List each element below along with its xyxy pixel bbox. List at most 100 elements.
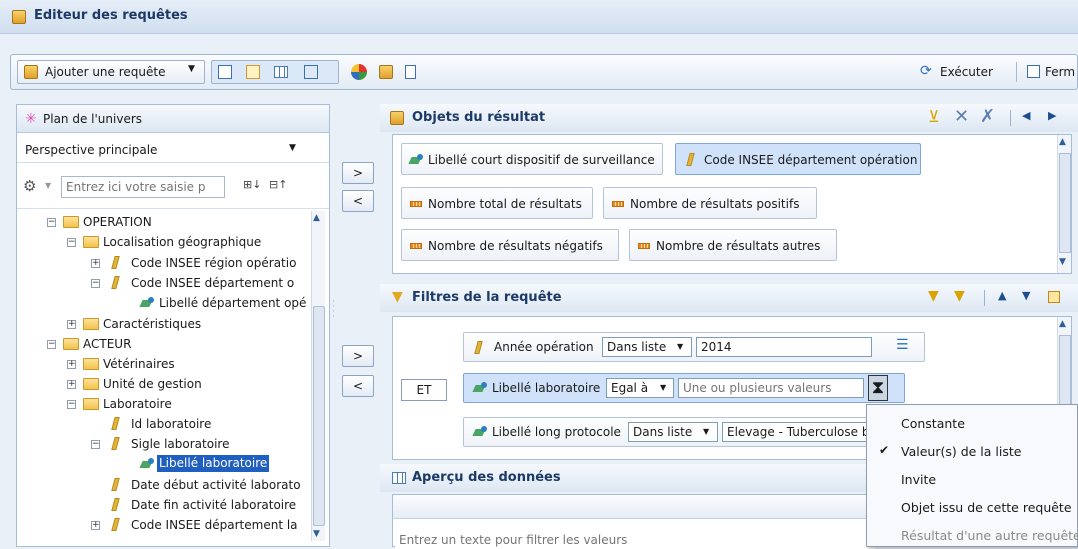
filter-add-icon[interactable]: ⊻ — [928, 107, 940, 126]
operator-select[interactable]: Dans liste ▼ — [628, 422, 718, 442]
collapse-icon[interactable]: − — [91, 440, 100, 449]
scroll-up-icon[interactable]: ▲ — [313, 213, 320, 223]
dimension-icon — [111, 478, 120, 491]
dimension-icon — [111, 498, 120, 511]
filter-row[interactable]: Année opération Dans liste ▼ 2014 ☰ — [463, 332, 925, 362]
result-object-chip[interactable]: Nombre total de résultats — [401, 187, 593, 219]
run-query-button[interactable]: ⟳ Exécuter — [916, 60, 1016, 84]
dimension-icon — [111, 518, 120, 531]
add-query-button[interactable]: Ajouter une requête ▼ — [17, 60, 205, 84]
add-object-button[interactable]: > — [342, 162, 374, 184]
result-object-chip[interactable]: Libellé court dispositif de surveillance — [401, 143, 663, 175]
grid-icon[interactable] — [274, 66, 288, 78]
preview-title: Aperçu des données — [412, 470, 561, 485]
filter-options-icon[interactable] — [1048, 291, 1060, 303]
dimension-icon — [111, 256, 120, 269]
remove-filter-icon[interactable]: ▼ — [954, 288, 965, 304]
scroll-down-icon[interactable]: ▼ — [1059, 257, 1066, 267]
value-list-icon[interactable]: ☰ — [896, 337, 909, 353]
object-tools-icon[interactable]: ⚙ — [23, 177, 36, 195]
folder-icon — [83, 358, 99, 370]
chevron-down-icon: ▼ — [677, 342, 684, 351]
move-up-icon[interactable]: ▲ — [998, 289, 1006, 302]
detail-icon — [474, 382, 488, 394]
move-right-icon[interactable]: ▶ — [1048, 109, 1056, 122]
result-object-chip[interactable]: Nombre de résultats positifs — [603, 187, 817, 219]
menu-item-other-query-result[interactable]: Résultat d'une autre requête — [867, 521, 1078, 547]
sql-icon[interactable] — [405, 65, 416, 79]
combined-queries-icon[interactable] — [351, 64, 367, 80]
results-scrollbar[interactable]: ▲ ▼ — [1057, 135, 1071, 273]
folder-icon — [83, 318, 99, 330]
chevron-down-icon: ▼ — [703, 427, 710, 436]
result-object-chip[interactable]: Nombre de résultats autres — [629, 229, 837, 261]
add-filter-icon[interactable]: ▼ — [928, 288, 939, 304]
measure-icon — [612, 201, 624, 207]
operator-select[interactable]: Dans liste ▼ — [602, 337, 692, 357]
detail-icon — [141, 458, 155, 470]
collapse-icon[interactable]: − — [91, 279, 100, 288]
expand-icon[interactable]: + — [67, 360, 76, 369]
dimension-icon — [111, 276, 120, 289]
split-view-icon[interactable] — [304, 65, 318, 79]
expand-icon[interactable]: + — [91, 521, 100, 530]
menu-item-prompt[interactable]: Invite — [867, 465, 1077, 493]
results-header: Objets du résultat ⊻ ✕ ✗ ◀ ▶ — [380, 104, 1078, 132]
hourglass-icon[interactable]: ⧗ — [868, 375, 888, 401]
search-input[interactable] — [61, 176, 225, 198]
close-button[interactable]: Ferm — [1025, 60, 1078, 84]
scroll-up-icon[interactable]: ▲ — [1059, 137, 1066, 147]
add-query-icon — [24, 65, 38, 79]
menu-item-list-values[interactable]: ✔ Valeur(s) de la liste — [867, 437, 1077, 465]
chevron-down-icon: ▼ — [660, 383, 667, 392]
scroll-down-icon[interactable]: ▼ — [313, 529, 320, 539]
add-query-label: Ajouter une requête — [45, 65, 166, 79]
collapse-all-icon[interactable]: ⊟↑ — [269, 178, 287, 191]
view-panel-icon[interactable] — [218, 65, 232, 79]
filter-object: Libellé long protocole — [492, 425, 621, 439]
remove-icon[interactable]: ✕ — [954, 106, 969, 127]
filter-row-selected[interactable]: Libellé laboratoire Egal à▼ ⧗ — [463, 373, 905, 403]
scroll-thumb[interactable] — [1059, 153, 1071, 253]
value-field[interactable]: Elevage - Tuberculose b — [722, 422, 872, 442]
splitter-grip[interactable]: · · · · — [332, 298, 335, 322]
expand-icon[interactable]: + — [67, 380, 76, 389]
header-divider — [1010, 110, 1011, 126]
tree-scrollbar[interactable]: ▲ ▼ — [311, 211, 325, 541]
move-down-icon[interactable]: ▼ — [1022, 289, 1030, 302]
dimension-icon — [474, 341, 483, 354]
remove-filter-button[interactable]: < — [342, 375, 374, 397]
results-title: Objets du résultat — [412, 110, 546, 125]
value-field[interactable]: 2014 — [696, 337, 872, 357]
results-objects-panel: Libellé court dispositif de surveillance… — [392, 134, 1072, 274]
collapse-icon[interactable]: − — [67, 238, 76, 247]
expand-all-icon[interactable]: ⊞↓ — [243, 178, 261, 191]
result-object-chip[interactable]: Nombre de résultats négatifs — [401, 229, 619, 261]
value-input[interactable] — [678, 378, 864, 398]
dimension-icon — [111, 417, 120, 430]
filter-row[interactable]: Libellé long protocole Dans liste ▼ Eleva… — [463, 417, 903, 447]
expand-icon[interactable]: + — [91, 259, 100, 268]
result-object-chip-selected[interactable]: Code INSEE département opération — [675, 143, 921, 175]
collapse-icon[interactable]: − — [47, 340, 56, 349]
collapse-icon[interactable]: − — [67, 400, 76, 409]
operator-select[interactable]: Egal à ▼ — [606, 378, 674, 398]
query-properties-icon[interactable] — [379, 65, 393, 79]
scroll-thumb[interactable] — [313, 306, 325, 526]
close-label: Ferm — [1045, 65, 1076, 79]
menu-item-object-from-query[interactable]: Objet issu de cette requête — [867, 493, 1077, 521]
chevron-down-icon: ▼ — [45, 181, 52, 190]
menu-item-constante[interactable]: Constante — [867, 409, 1077, 437]
move-left-icon[interactable]: ◀ — [1022, 109, 1030, 122]
preview-filter-input[interactable] — [395, 531, 875, 549]
collapse-icon[interactable]: − — [47, 218, 56, 227]
grid-icon — [392, 472, 406, 484]
scroll-up-icon[interactable]: ▲ — [1059, 319, 1066, 329]
perspective-select[interactable]: Perspective principale ▼ — [17, 137, 329, 163]
expand-icon[interactable]: + — [67, 320, 76, 329]
add-filter-button[interactable]: > — [342, 345, 374, 367]
and-operator-button[interactable]: ET — [401, 379, 447, 401]
remove-all-icon[interactable]: ✗ — [980, 106, 995, 127]
filter-panel-icon[interactable] — [246, 65, 260, 79]
remove-object-button[interactable]: < — [342, 190, 374, 212]
